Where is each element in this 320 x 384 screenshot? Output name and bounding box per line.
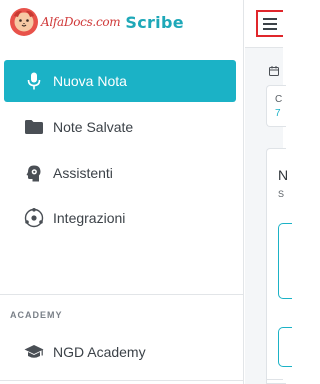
orbit-icon (24, 208, 44, 228)
sidebar-divider (0, 294, 244, 295)
note-card-heading: N (278, 167, 289, 183)
sidebar-item-label: Integrazioni (53, 210, 126, 226)
sidebar-item-integrazioni[interactable]: Integrazioni (4, 197, 236, 239)
note-card-subheading: S (278, 189, 285, 199)
sidebar-item-note-salvate[interactable]: Note Salvate (4, 106, 236, 148)
date-card-line2: 7 (275, 108, 281, 119)
sidebar-item-label: Note Salvate (53, 119, 134, 135)
main-content: C 7 N S (245, 0, 292, 384)
date-card[interactable]: C 7 (266, 85, 286, 127)
brand-logo-word: AlfaDocs.com (41, 15, 121, 29)
option-box[interactable] (278, 223, 292, 299)
main-bottom-divider (266, 379, 283, 380)
date-card-line1: C (275, 94, 283, 105)
note-card: N S (266, 148, 292, 384)
sidebar-item-assistenti[interactable]: Assistenti (4, 152, 236, 194)
option-box[interactable] (278, 327, 292, 367)
head-gear-icon (24, 163, 44, 183)
sidebar-item-label: Nuova Nota (53, 73, 127, 89)
sidebar-bottom-divider (0, 380, 244, 381)
microphone-icon (24, 71, 44, 91)
lion-logo-icon (10, 8, 38, 36)
sidebar-item-label: NGD Academy (53, 344, 146, 360)
section-label-academy: ACADEMY (10, 310, 63, 320)
graduation-cap-icon (24, 342, 44, 362)
sidebar-item-ngd-academy[interactable]: NGD Academy (4, 331, 236, 373)
calendar-icon (269, 66, 279, 76)
product-name: Scribe (125, 12, 184, 32)
sidebar: AlfaDocs.com Scribe Nuova Nota Note Salv… (0, 0, 244, 384)
folder-icon (24, 117, 44, 137)
hamburger-menu-icon[interactable] (256, 10, 283, 37)
topbar (245, 0, 283, 48)
sidebar-item-nuova-nota[interactable]: Nuova Nota (4, 60, 236, 102)
sidebar-item-label: Assistenti (53, 165, 113, 181)
brand-logo[interactable]: AlfaDocs.com Scribe (9, 5, 184, 39)
